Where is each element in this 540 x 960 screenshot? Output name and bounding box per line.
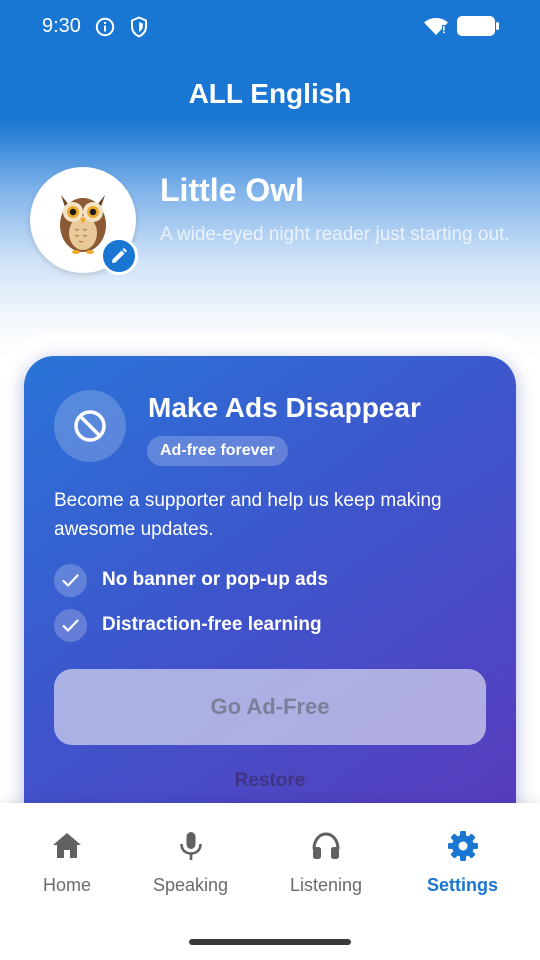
check-icon: [62, 574, 79, 587]
headphones-icon: [312, 832, 340, 859]
profile-name: Little Owl: [160, 172, 304, 208]
profile-description: A wide-eyed night reader just starting o…: [160, 224, 510, 245]
promo-description: Become a supporter and help us keep maki…: [54, 490, 442, 540]
check-badge: [54, 609, 87, 642]
nav-item-speaking[interactable]: Speaking: [153, 829, 228, 896]
home-icon: [53, 833, 81, 858]
info-icon: [95, 17, 115, 37]
pencil-icon: [112, 248, 127, 263]
feature-text: Distraction-free learning: [102, 614, 322, 635]
wifi-icon: [424, 18, 448, 35]
nav-item-home[interactable]: Home: [43, 829, 91, 896]
nav-label: Home: [43, 875, 92, 895]
feature-text: No banner or pop-up ads: [102, 569, 328, 590]
nav-label: Speaking: [153, 875, 229, 895]
check-icon: [62, 619, 79, 632]
battery-icon: [457, 16, 499, 36]
restore-button[interactable]: Restore: [24, 770, 516, 792]
edit-avatar-button[interactable]: [100, 237, 138, 275]
bottom-nav: Home Speaking Listening Settings: [0, 803, 540, 960]
home-indicator[interactable]: [189, 939, 351, 945]
ad-free-promo-card: Make Ads Disappear Ad-free forever Becom…: [24, 356, 516, 826]
status-time: 9:30: [42, 15, 81, 37]
microphone-icon: [179, 832, 202, 860]
nav-item-settings[interactable]: Settings: [427, 829, 498, 896]
promo-icon-badge: [54, 390, 126, 462]
nav-item-listening[interactable]: Listening: [290, 829, 362, 896]
promo-badge: Ad-free forever: [147, 436, 288, 466]
nav-label: Settings: [427, 875, 499, 895]
block-icon: [74, 410, 106, 442]
shield-icon: [131, 16, 147, 38]
go-ad-free-button[interactable]: Go Ad-Free: [54, 669, 486, 745]
app-title: ALL English: [188, 78, 352, 109]
check-badge: [54, 564, 87, 597]
status-bar: 9:30: [0, 0, 540, 52]
promo-title: Make Ads Disappear: [148, 392, 421, 423]
gear-icon: [447, 831, 478, 861]
nav-label: Listening: [290, 875, 363, 895]
